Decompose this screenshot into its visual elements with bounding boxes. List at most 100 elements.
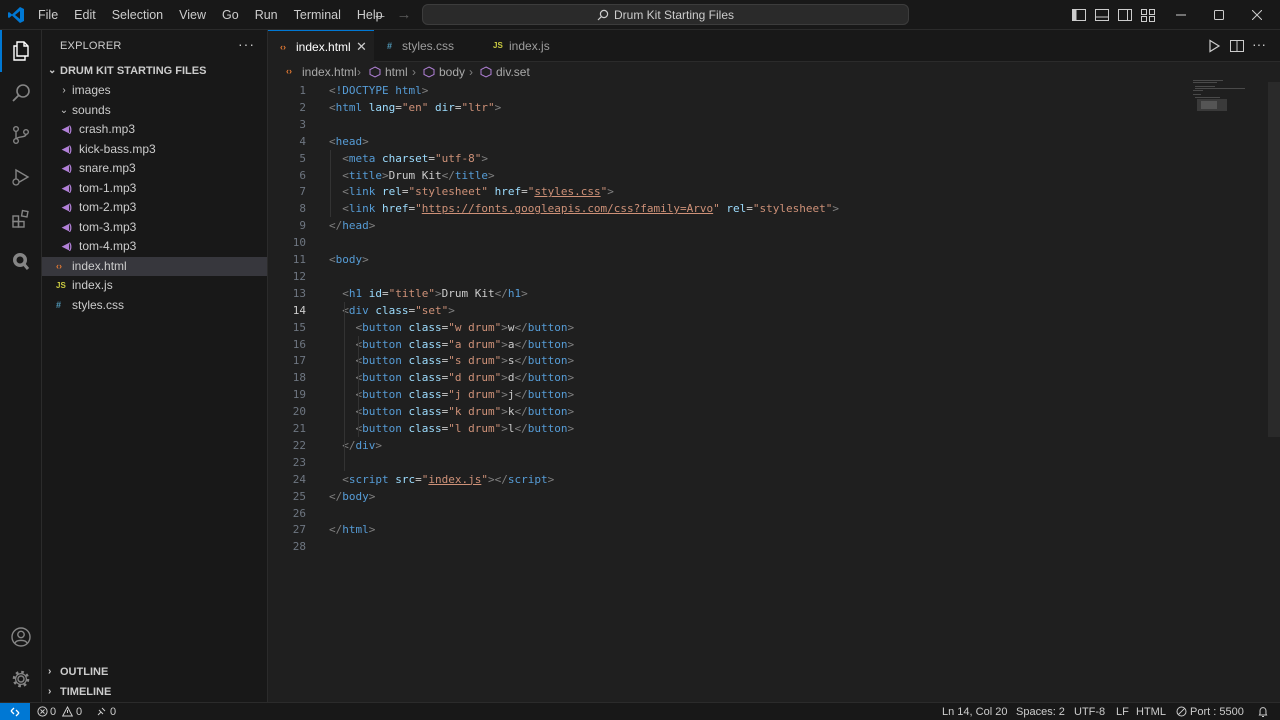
end-of-line[interactable]: LF	[1116, 704, 1129, 720]
tree-item[interactable]: ◀) tom-4.mp3	[42, 237, 267, 256]
split-editor-icon[interactable]	[1229, 38, 1245, 54]
run-debug-activity[interactable]	[0, 156, 42, 198]
code-line[interactable]: 15 <button class="w drum">w</button>	[268, 319, 1268, 336]
tab-styles-css[interactable]: # styles.css	[374, 30, 480, 62]
menu-terminal[interactable]: Terminal	[286, 0, 349, 30]
menu-file[interactable]: File	[30, 0, 66, 30]
warning-count[interactable]: 0	[76, 704, 82, 720]
line-content: <link rel="stylesheet" href="styles.css"…	[329, 183, 614, 200]
tree-item[interactable]: JS index.js	[42, 276, 267, 295]
menu-view[interactable]: View	[171, 0, 214, 30]
folder-header[interactable]: ⌄ DRUM KIT STARTING FILES	[42, 61, 267, 81]
warning-icon[interactable]	[62, 706, 73, 717]
code-line[interactable]: 25 </body>	[268, 488, 1268, 505]
code-editor[interactable]: 1 <!DOCTYPE html> 2 <html lang="en" dir="lt…	[268, 82, 1280, 702]
tab-index-html[interactable]: ‹› index.html ✕	[268, 30, 374, 62]
close-window-button[interactable]	[1234, 0, 1280, 30]
timeline-section[interactable]: › TIMELINE	[42, 682, 267, 702]
breadcrumb-div-set[interactable]: div.set	[496, 65, 530, 79]
outline-section[interactable]: › OUTLINE	[42, 662, 267, 682]
code-line[interactable]: 14 <div class="set">	[268, 302, 1268, 319]
code-line[interactable]: 9 </head>	[268, 217, 1268, 234]
tree-item[interactable]: ◀) tom-2.mp3	[42, 198, 267, 217]
explorer-activity[interactable]	[0, 30, 42, 72]
code-line[interactable]: 17 <button class="s drum">s</button>	[268, 352, 1268, 369]
code-line[interactable]: 8 <link href = "https://fonts.googleapis.c…	[268, 200, 1268, 217]
search-editor-activity[interactable]	[0, 240, 42, 282]
tree-item[interactable]: ◀) kick-bass.mp3	[42, 140, 267, 159]
menu-run[interactable]: Run	[247, 0, 286, 30]
code-line[interactable]: 18 <button class="d drum">d</button>	[268, 369, 1268, 386]
toggle-primary-sidebar-icon[interactable]	[1071, 7, 1087, 23]
tree-item[interactable]: › images	[42, 81, 267, 100]
command-center-search[interactable]: Drum Kit Starting Files	[422, 4, 909, 25]
forward-arrow-icon[interactable]: →	[393, 4, 415, 26]
ports-count[interactable]: 0	[110, 704, 116, 720]
encoding[interactable]: UTF-8	[1074, 704, 1105, 720]
close-tab-icon[interactable]: ✕	[356, 31, 367, 63]
more-actions-icon[interactable]: ···	[238, 36, 255, 52]
code-token: "	[481, 472, 488, 486]
live-server-icon[interactable]	[1176, 706, 1187, 717]
minimap[interactable]	[1193, 80, 1248, 120]
manage-activity[interactable]	[0, 658, 42, 700]
language-mode[interactable]: HTML	[1136, 704, 1166, 720]
code-line[interactable]: 27 </html>	[268, 521, 1268, 538]
code-line[interactable]: 3	[268, 116, 1268, 133]
editor-scrollbar[interactable]	[1268, 82, 1280, 437]
accounts-activity[interactable]	[0, 616, 42, 658]
tree-item[interactable]: ◀) crash.mp3	[42, 120, 267, 139]
live-server-port[interactable]: Port : 5500	[1190, 704, 1244, 720]
cursor-position[interactable]: Ln 14, Col 20	[942, 704, 1007, 720]
code-line[interactable]: 4 <head>	[268, 133, 1268, 150]
code-line[interactable]: 26	[268, 505, 1268, 522]
tree-item[interactable]: ◀) snare.mp3	[42, 159, 267, 178]
toggle-secondary-sidebar-icon[interactable]	[1117, 7, 1133, 23]
code-line[interactable]: 2 <html lang="en" dir="ltr">	[268, 99, 1268, 116]
breadcrumb-body[interactable]: body	[439, 65, 465, 79]
tree-item[interactable]: ◀) tom-3.mp3	[42, 218, 267, 237]
code-line[interactable]: 12	[268, 268, 1268, 285]
error-count[interactable]: 0	[50, 704, 56, 720]
code-line[interactable]: 23	[268, 454, 1268, 471]
tree-item[interactable]: ◀) tom-1.mp3	[42, 179, 267, 198]
menu-selection[interactable]: Selection	[104, 0, 171, 30]
source-control-activity[interactable]	[0, 114, 42, 156]
remote-indicator[interactable]	[0, 703, 30, 720]
code-line[interactable]: 22 </div>	[268, 437, 1268, 454]
more-actions-icon[interactable]: ···	[1252, 36, 1266, 52]
code-line[interactable]: 28	[268, 538, 1268, 555]
code-line[interactable]: 21 <button class="l drum">l</button>	[268, 420, 1268, 437]
customize-layout-icon[interactable]	[1140, 7, 1156, 23]
code-line[interactable]: 7 <link rel="stylesheet" href="styles.cs…	[268, 183, 1268, 200]
toggle-panel-icon[interactable]	[1094, 7, 1110, 23]
code-line[interactable]: 10	[268, 234, 1268, 251]
tree-item[interactable]: ⌄ sounds	[42, 101, 267, 120]
code-line[interactable]: 1 <!DOCTYPE html>	[268, 82, 1268, 99]
code-line[interactable]: 19 <button class="j drum">j</button>	[268, 386, 1268, 403]
breadcrumb-html[interactable]: html	[385, 65, 408, 79]
back-arrow-icon[interactable]: ←	[369, 4, 391, 26]
indentation[interactable]: Spaces: 2	[1016, 704, 1065, 720]
code-line[interactable]: 5 <meta charset="utf-8">	[268, 150, 1268, 167]
code-token: >	[501, 405, 508, 419]
run-icon[interactable]	[1206, 38, 1222, 54]
extensions-activity[interactable]	[0, 198, 42, 240]
tree-item[interactable]: # styles.css	[42, 296, 267, 315]
code-line[interactable]: 20 <button class="k drum">k</button>	[268, 403, 1268, 420]
tree-item[interactable]: ‹› index.html	[42, 256, 267, 276]
search-activity[interactable]	[0, 72, 42, 114]
code-line[interactable]: 6 <title>Drum Kit</title>	[268, 167, 1268, 184]
code-line[interactable]: 16 <button class="a drum">a</button>	[268, 336, 1268, 353]
tab-index-js[interactable]: JS index.js	[480, 30, 580, 62]
menu-edit[interactable]: Edit	[66, 0, 104, 30]
code-line[interactable]: 24 <script src="index.js"></script>	[268, 471, 1268, 488]
notifications-icon[interactable]	[1257, 706, 1269, 718]
error-icon[interactable]	[37, 706, 48, 717]
ports-icon[interactable]	[96, 706, 107, 717]
code-line[interactable]: 13 <h1 id="title">Drum Kit</h1>	[268, 285, 1268, 302]
menu-go[interactable]: Go	[214, 0, 247, 30]
breadcrumb-file[interactable]: index.html	[302, 65, 357, 79]
code-line[interactable]: 11 <body>	[268, 251, 1268, 268]
